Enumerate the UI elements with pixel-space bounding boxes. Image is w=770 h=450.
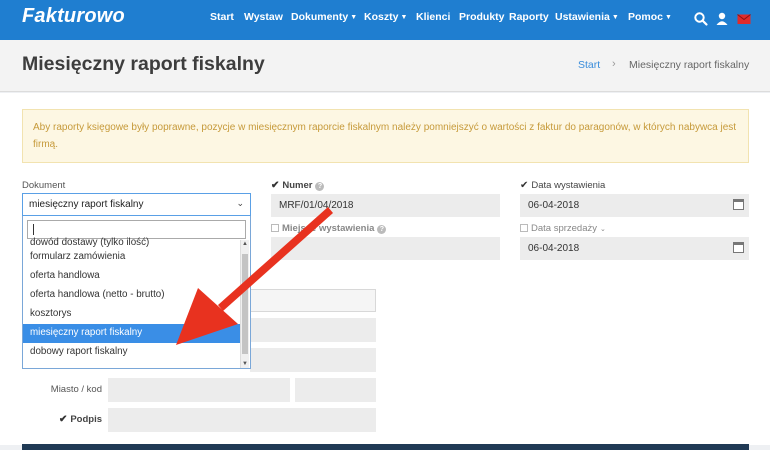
info-alert: Aby raporty księgowe były poprawne, pozy… (22, 109, 749, 163)
chevron-down-icon: ▼ (665, 14, 672, 21)
miasto-field[interactable] (108, 378, 290, 402)
dropdown-option[interactable]: oferta handlowa (netto - brutto) (23, 286, 241, 305)
nav-raporty-label: Raporty (509, 11, 549, 23)
scroll-down-icon[interactable]: ▼ (241, 361, 249, 367)
top-navbar: Fakturowo Start Wystaw Dokumenty ▼ Koszty… (0, 0, 770, 40)
numer-label-text: Numer (282, 180, 313, 191)
nav-koszty-label: Koszty (364, 11, 399, 23)
miejsce-checkbox[interactable] (271, 224, 279, 232)
dropdown-options-list: dowód dostawy (tylko ilość) formularz za… (23, 237, 241, 362)
mail-icon[interactable] (736, 10, 752, 28)
nav-start-label: Start (210, 11, 234, 23)
data-sprzedazy-value: 06-04-2018 (528, 243, 580, 254)
text-field[interactable] (250, 348, 376, 372)
page-title: Miesięczny raport fiskalny (22, 53, 265, 75)
help-icon[interactable]: ? (315, 182, 325, 191)
numer-label: ✔ Numer? (271, 180, 325, 191)
data-wystawienia-field[interactable]: 06-04-2018 (520, 194, 749, 217)
dropdown-option[interactable]: oferta handlowa (23, 267, 241, 286)
miejsce-field[interactable] (271, 237, 500, 260)
nav-produkty[interactable]: Produkty (459, 11, 505, 23)
chevron-down-icon: ▼ (611, 14, 619, 21)
chevron-down-icon[interactable]: ⌄ (600, 226, 606, 233)
nav-wystaw[interactable]: Wystaw (244, 11, 283, 23)
miejsce-label-text: Miejsce wystawienia (282, 223, 375, 234)
checkmark-icon[interactable]: ✔ (271, 180, 279, 191)
data-wystawienia-label: ✔ Data wystawienia (520, 180, 605, 191)
checkmark-icon[interactable]: ✔ (59, 414, 67, 425)
dropdown-option-selected[interactable]: miesięczny raport fiskalny (23, 324, 241, 343)
breadcrumb-separator: › (612, 58, 616, 70)
nav-wystaw-label: Wystaw (244, 11, 283, 23)
data-wystawienia-value: 06-04-2018 (528, 200, 580, 211)
dropdown-option[interactable]: dobowy raport fiskalny (23, 343, 241, 362)
calendar-icon[interactable] (733, 199, 744, 210)
nav-klienci-label: Klienci (416, 11, 451, 23)
nav-pomoc-label: Pomoc (628, 11, 664, 23)
breadcrumb-current: Miesięczny raport fiskalny (629, 59, 750, 71)
breadcrumb-start-link[interactable]: Start (578, 59, 600, 71)
dropdown-option[interactable]: kosztorys (23, 305, 241, 324)
data-sprzedazy-field[interactable]: 06-04-2018 (520, 237, 749, 260)
nav-dokumenty[interactable]: Dokumenty ▼ (291, 11, 357, 23)
scroll-up-icon[interactable]: ▲ (241, 241, 249, 247)
data-sprzedazy-label: Data sprzedaży ⌄ (520, 223, 606, 234)
calendar-icon[interactable] (733, 242, 744, 253)
dropdown-option[interactable]: formularz zamówienia (23, 248, 241, 267)
podpis-label: ✔ Podpis (22, 414, 102, 425)
dokument-dropdown: dowód dostawy (tylko ilość) formularz za… (22, 216, 251, 369)
kod-field[interactable] (295, 378, 376, 402)
data-sprzedazy-label-text: Data sprzedaży (531, 223, 598, 234)
nav-pomoc[interactable]: Pomoc ▼ (628, 11, 672, 23)
bottom-bar (22, 444, 749, 450)
checkmark-icon[interactable]: ✔ (520, 180, 528, 191)
miasto-label: Miasto / kod (50, 384, 102, 395)
podpis-label-text: Podpis (70, 414, 102, 425)
nav-produkty-label: Produkty (459, 11, 505, 23)
data-wystawienia-label-text: Data wystawienia (531, 180, 606, 191)
nav-ustawienia-label: Ustawienia (555, 11, 610, 23)
chevron-down-icon: ⌄ (236, 198, 244, 208)
text-cursor (33, 224, 34, 235)
nav-dokumenty-label: Dokumenty (291, 11, 349, 23)
help-icon[interactable]: ? (377, 225, 387, 234)
dokument-label: Dokument (22, 180, 66, 191)
textarea-field[interactable] (250, 289, 376, 312)
page-header: Miesięczny raport fiskalny Start › Miesi… (0, 40, 770, 92)
dokument-select[interactable]: miesięczny raport fiskalny ⌄ (22, 193, 251, 216)
alert-text: Aby raporty księgowe były poprawne, pozy… (33, 122, 737, 150)
numer-field[interactable]: MRF/01/04/2018 (271, 194, 500, 217)
data-sprzedazy-checkbox[interactable] (520, 224, 528, 232)
dropdown-option[interactable]: dowód dostawy (tylko ilość) (23, 237, 241, 248)
numer-field-value: MRF/01/04/2018 (279, 200, 354, 211)
chevron-down-icon: ▼ (350, 14, 358, 21)
nav-ustawienia[interactable]: Ustawienia ▼ (555, 11, 619, 23)
nav-raporty[interactable]: Raporty (509, 11, 549, 23)
chevron-down-icon: ▼ (400, 14, 408, 21)
nav-koszty[interactable]: Koszty ▼ (364, 11, 407, 23)
dropdown-scrollbar[interactable]: ▲ ▼ (240, 240, 249, 368)
scrollbar-thumb[interactable] (242, 254, 248, 354)
podpis-field[interactable] (108, 408, 376, 432)
nav-klienci[interactable]: Klienci (416, 11, 450, 23)
nav-start[interactable]: Start (210, 11, 234, 23)
miejsce-label: Miejsce wystawienia? (271, 223, 387, 234)
search-icon[interactable] (693, 10, 709, 28)
app-logo[interactable]: Fakturowo (22, 5, 125, 28)
user-icon[interactable] (714, 10, 730, 28)
dokument-select-value: miesięczny raport fiskalny (29, 199, 144, 210)
text-field[interactable] (250, 318, 376, 342)
